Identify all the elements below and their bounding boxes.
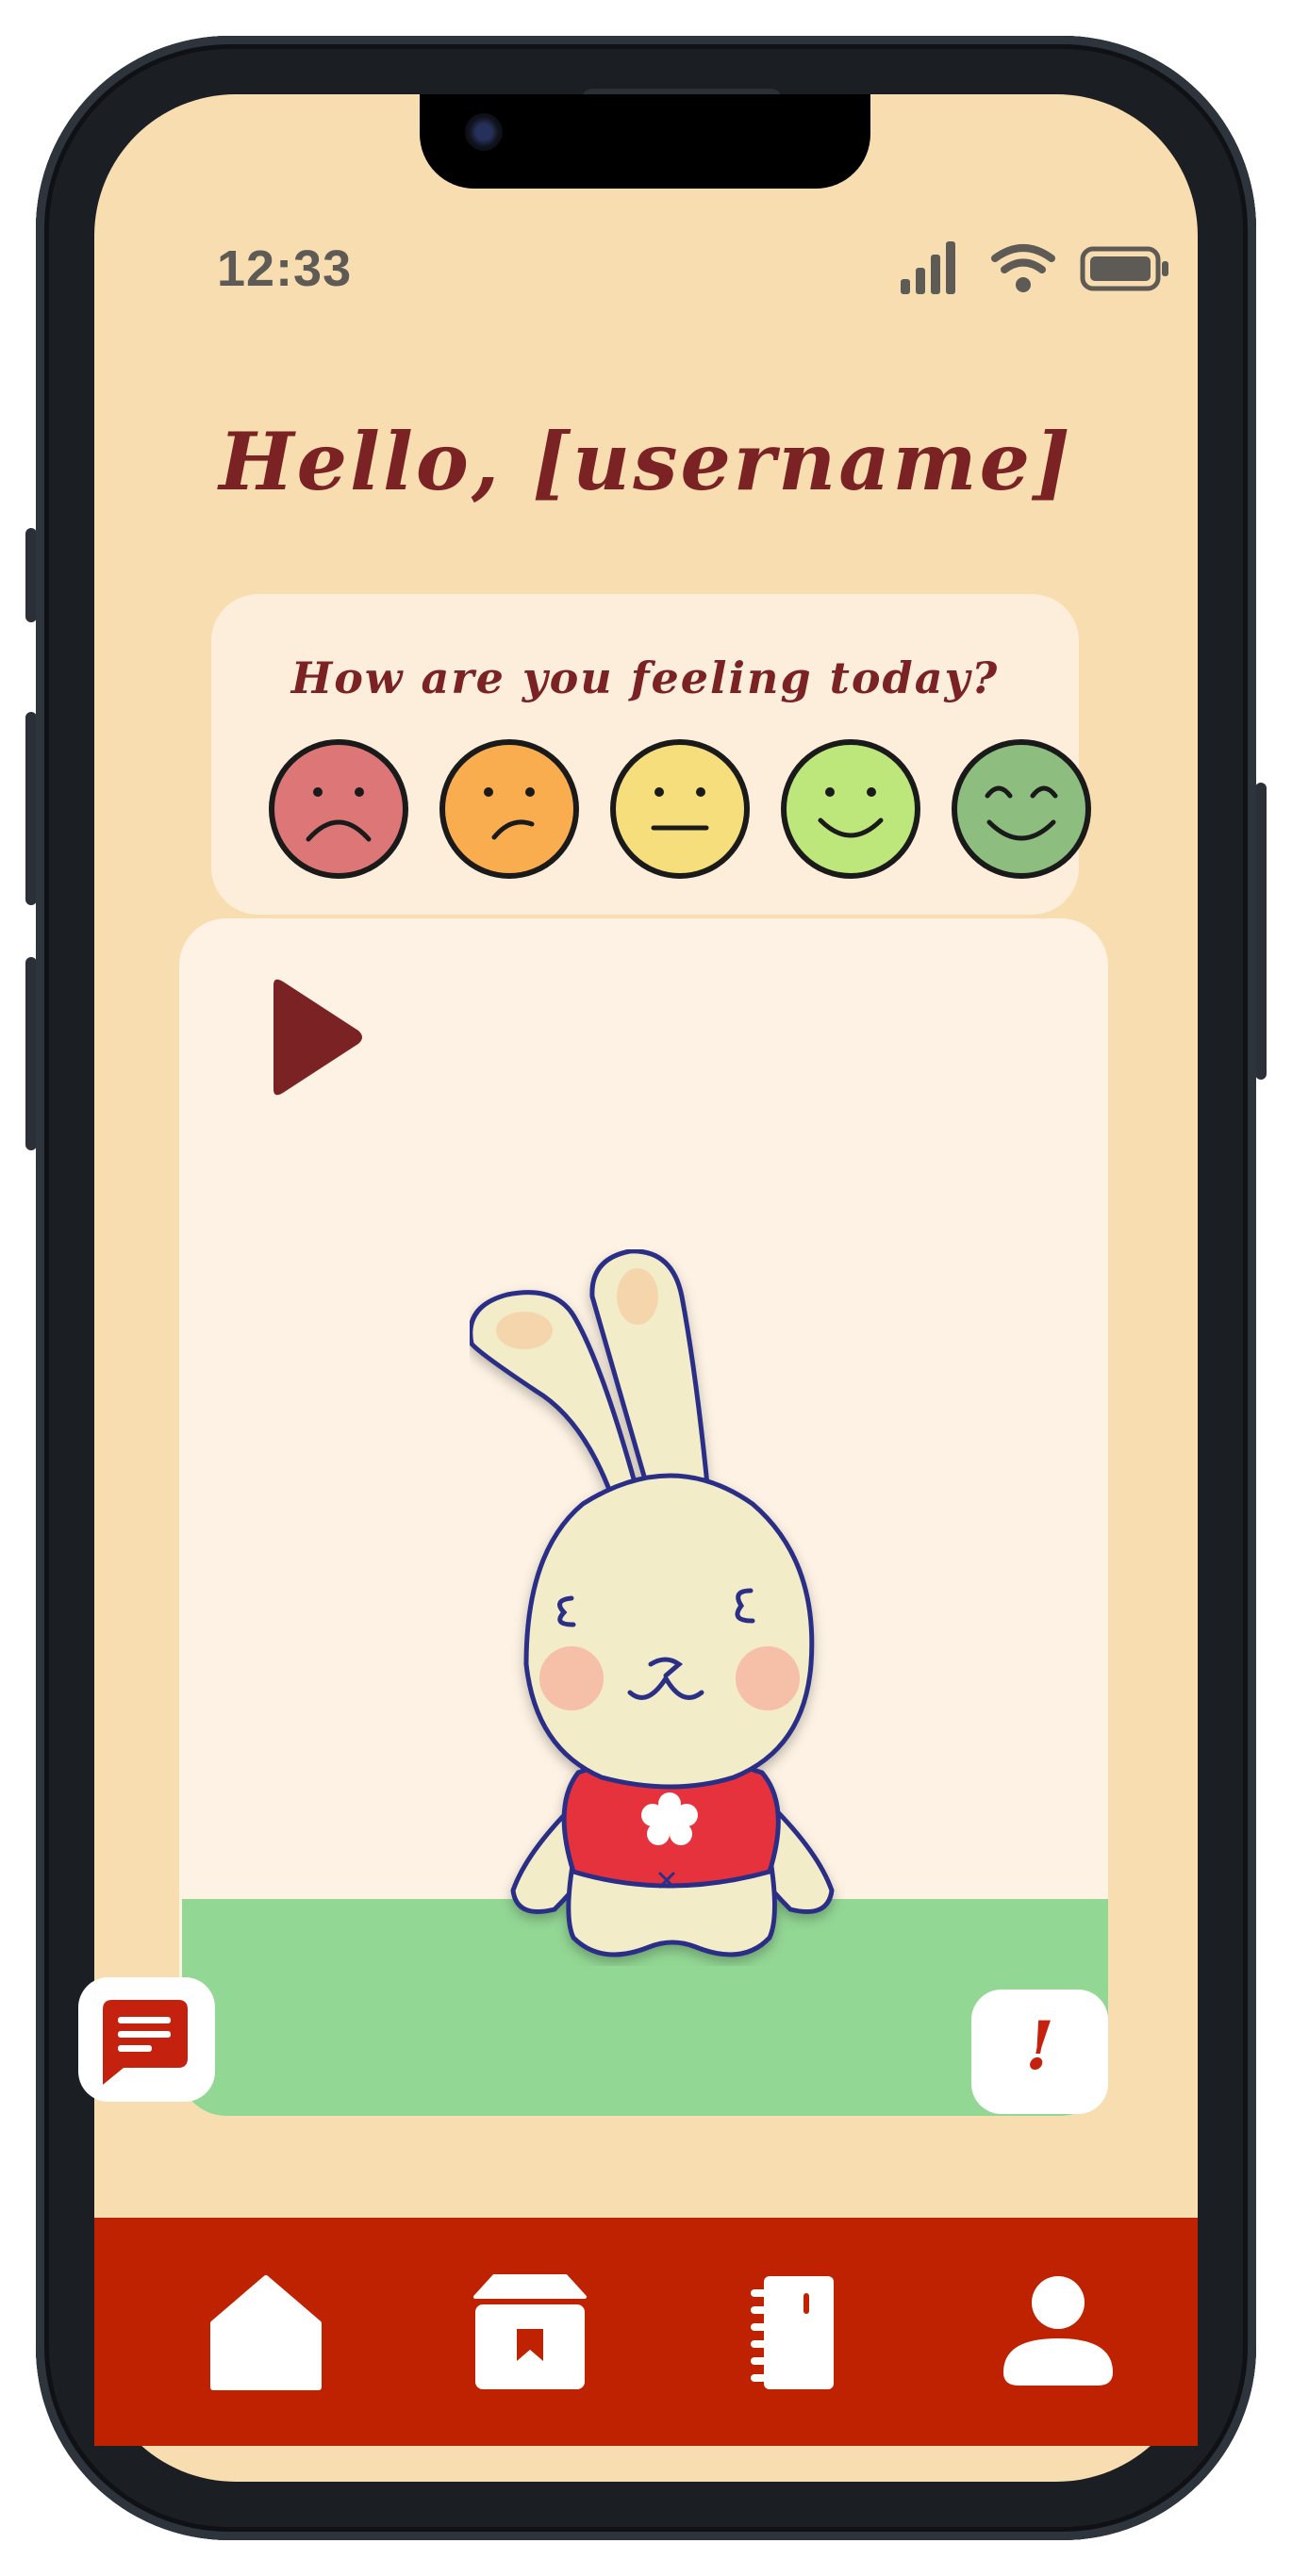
face-eye [355, 787, 364, 797]
face-eye [525, 787, 535, 797]
nav-profile-button[interactable] [992, 2267, 1124, 2399]
mood-happy-button[interactable] [779, 737, 922, 881]
ear-blush [496, 1312, 553, 1349]
battery-icon [1080, 246, 1168, 291]
ear-blush [617, 1268, 658, 1325]
nav-notebook-button[interactable] [728, 2267, 860, 2399]
face-circle [781, 739, 920, 879]
play-button[interactable] [264, 976, 368, 1098]
alert-button[interactable]: ! [971, 1990, 1108, 2114]
store-icon [473, 2274, 587, 2389]
face-eye [484, 787, 493, 797]
mood-sad-button[interactable] [438, 737, 581, 881]
left-cheek [539, 1646, 604, 1710]
face-circle [610, 739, 750, 879]
status-icons [901, 241, 1168, 294]
face-circle [439, 739, 579, 879]
home-icon [210, 2275, 322, 2390]
right-cheek [736, 1646, 800, 1710]
face-eye [867, 787, 876, 797]
face-eye [313, 787, 323, 797]
nav-store-button[interactable] [464, 2267, 596, 2399]
cellular-signal-icon [901, 241, 955, 294]
mood-neutral-button[interactable] [608, 737, 752, 881]
bottom-nav [94, 2218, 1198, 2446]
alert-icon: ! [1025, 2006, 1054, 2085]
face-circle [952, 739, 1091, 879]
mood-very-happy-button[interactable] [950, 737, 1093, 881]
face-eye [825, 787, 835, 797]
bunny-character[interactable] [470, 1249, 870, 1966]
play-icon [273, 979, 362, 1096]
chat-button[interactable] [78, 1977, 215, 2102]
notebook-icon [751, 2276, 834, 2389]
status-time: 12:33 [217, 240, 353, 297]
wifi-icon [991, 244, 1055, 292]
profile-icon [1003, 2276, 1113, 2386]
front-camera-icon [465, 113, 503, 151]
greeting-title: Hello, [username] [219, 415, 1073, 508]
notch [420, 94, 870, 189]
face-eye [696, 787, 705, 797]
mood-question: How are you feeling today? [290, 652, 1000, 703]
nav-home-button[interactable] [200, 2267, 332, 2399]
device-stage: 12:33 Hello, [username] How are you feel… [0, 0, 1292, 2576]
chat-icon [103, 2000, 188, 2085]
power-button [1255, 783, 1267, 1080]
mood-card: How are you feeling today? [211, 594, 1091, 915]
mood-very-sad-button[interactable] [267, 737, 410, 881]
face-circle [269, 739, 408, 879]
face-eye [654, 787, 664, 797]
bunny-head [523, 1473, 815, 1790]
